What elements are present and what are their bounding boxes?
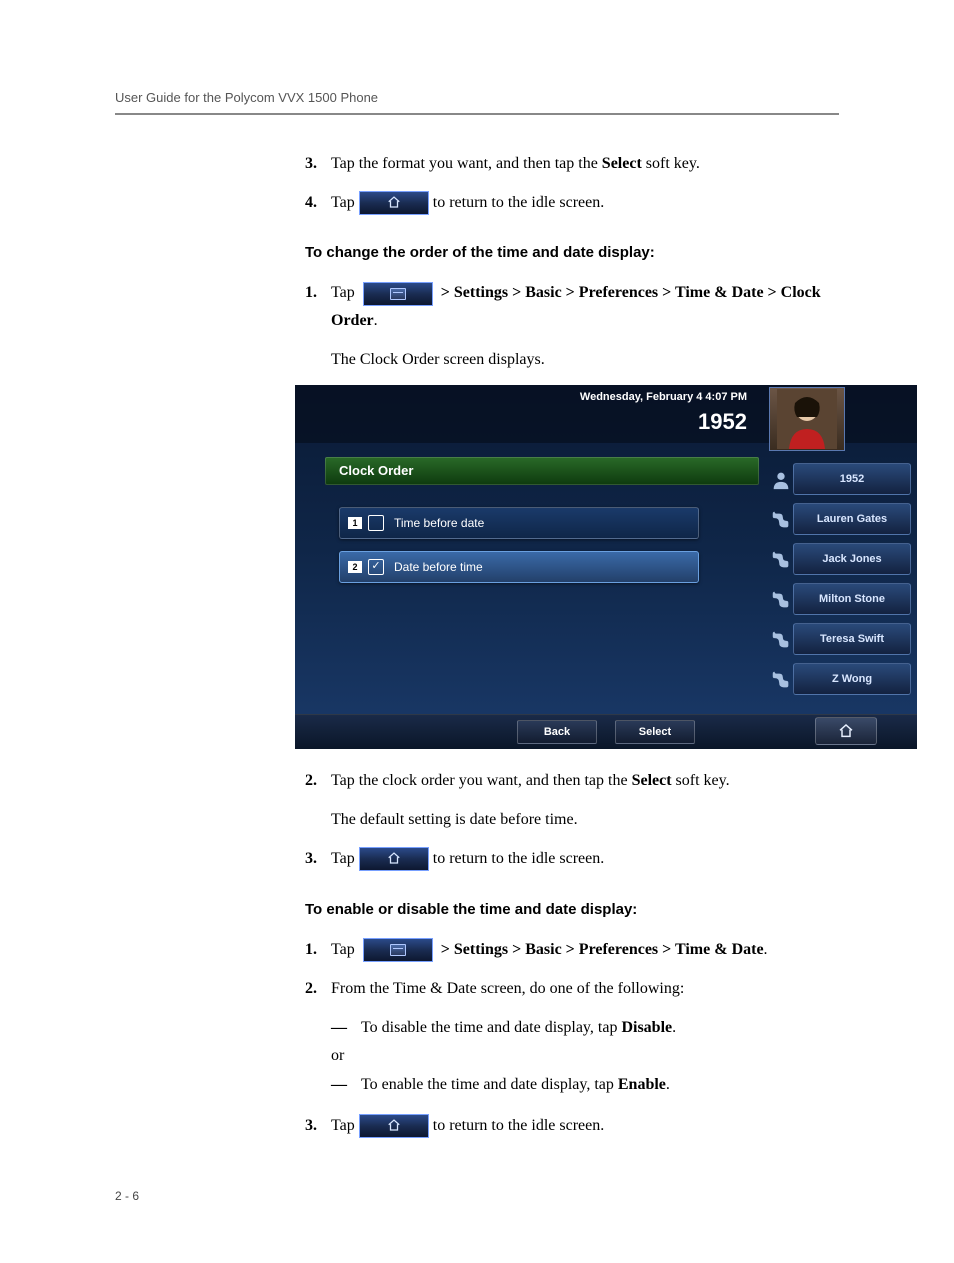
home-softkey[interactable]	[815, 717, 877, 745]
text: To enable the time and date display, tap	[361, 1076, 618, 1093]
step-number: 2.	[305, 975, 331, 1002]
step-number: 1.	[305, 936, 331, 963]
text: to return to the idle screen.	[433, 845, 605, 872]
text: .	[672, 1019, 676, 1036]
handset-icon	[770, 549, 792, 571]
line-key-jack-jones[interactable]: Jack Jones	[793, 543, 911, 575]
text: to return to the idle screen.	[433, 1112, 605, 1139]
home-icon	[838, 723, 854, 739]
text: soft key.	[642, 155, 700, 172]
menu-button-icon	[363, 282, 433, 306]
line-key-lauren-gates[interactable]: Lauren Gates	[793, 503, 911, 535]
sub-bullet: — To enable the time and date display, t…	[331, 1071, 839, 1098]
sub-bullet: — To disable the time and date display, …	[331, 1014, 839, 1041]
screen-title: Clock Order	[325, 457, 759, 485]
text: From the Time & Date screen, do one of t…	[331, 975, 839, 1002]
checkbox-icon	[368, 515, 384, 531]
handset-icon	[770, 629, 792, 651]
text: .	[666, 1076, 670, 1093]
step-4: 4. Tap to return to the idle screen.	[305, 189, 839, 216]
step-number: 3.	[305, 1112, 331, 1139]
line-key-1952[interactable]: 1952	[793, 463, 911, 495]
line-key-teresa-swift[interactable]: Teresa Swift	[793, 623, 911, 655]
step-1c: 1. Tap > Settings > Basic > Preferences …	[305, 936, 839, 963]
home-button-icon	[359, 1114, 429, 1138]
softkey-select[interactable]: Select	[615, 720, 695, 744]
line-key-z-wong[interactable]: Z Wong	[793, 663, 911, 695]
step-number: 3.	[305, 150, 331, 177]
menu-button-icon	[363, 938, 433, 962]
step-number: 3.	[305, 845, 331, 872]
bold: Select	[602, 155, 642, 172]
step-number: 2.	[305, 767, 331, 794]
text: Tap	[331, 1112, 355, 1139]
running-header: User Guide for the Polycom VVX 1500 Phon…	[115, 90, 839, 115]
bold: Select	[632, 772, 672, 789]
softkey-back[interactable]: Back	[517, 720, 597, 744]
bold-path: > Settings > Basic > Preferences > Time …	[437, 941, 764, 958]
step-3b: 3. Tap to return to the idle screen.	[305, 845, 839, 872]
body-content: 3. Tap the format you want, and then tap…	[305, 150, 839, 1139]
dash: —	[331, 1071, 361, 1098]
or-text: or	[331, 1047, 839, 1065]
step-number: 4.	[305, 189, 331, 216]
phone-screenshot: Wednesday, February 4 4:07 PM 1952 Clock…	[295, 385, 917, 749]
line-key-milton-stone[interactable]: Milton Stone	[793, 583, 911, 615]
step-3c: 3. Tap to return to the idle screen.	[305, 1112, 839, 1139]
extension-number: 1952	[698, 409, 747, 435]
text: to return to the idle screen.	[433, 189, 605, 216]
text: soft key.	[672, 772, 730, 789]
paragraph: The default setting is date before time.	[331, 806, 839, 833]
text: Tap	[331, 941, 359, 958]
step-number: 1.	[305, 279, 331, 306]
text: Tap	[331, 284, 359, 301]
text: To disable the time and date display, ta…	[361, 1019, 621, 1036]
step-2: 2. Tap the clock order you want, and the…	[305, 767, 839, 794]
bold: Disable	[621, 1019, 672, 1036]
handset-icon	[770, 509, 792, 531]
section-heading: To change the order of the time and date…	[305, 244, 839, 261]
text: Tap the format you want, and then tap th…	[331, 155, 602, 172]
step-1: 1. Tap > Settings > Basic > Preferences …	[305, 279, 839, 333]
step-3: 3. Tap the format you want, and then tap…	[305, 150, 839, 177]
option-time-before-date[interactable]: 1 Time before date	[339, 507, 699, 539]
text: .	[764, 941, 768, 958]
home-button-icon	[359, 191, 429, 215]
step-2c: 2. From the Time & Date screen, do one o…	[305, 975, 839, 1002]
home-button-icon	[359, 847, 429, 871]
dash: —	[331, 1014, 361, 1041]
person-icon	[770, 469, 792, 491]
text: Tap	[331, 189, 355, 216]
bold: Enable	[618, 1076, 666, 1093]
handset-icon	[770, 669, 792, 691]
option-label: Date before time	[394, 560, 483, 574]
avatar-photo	[769, 387, 845, 451]
text: Tap	[331, 845, 355, 872]
checkbox-checked-icon	[368, 559, 384, 575]
section-heading: To enable or disable the time and date d…	[305, 901, 839, 918]
page-number: 2 - 6	[115, 1189, 839, 1203]
handset-icon	[770, 589, 792, 611]
text: .	[374, 312, 378, 329]
option-date-before-time[interactable]: 2 Date before time	[339, 551, 699, 583]
datetime-label: Wednesday, February 4 4:07 PM	[580, 391, 747, 403]
option-index: 1	[348, 517, 362, 529]
text: Tap the clock order you want, and then t…	[331, 772, 632, 789]
option-label: Time before date	[394, 516, 484, 530]
option-index: 2	[348, 561, 362, 573]
paragraph: The Clock Order screen displays.	[331, 346, 839, 373]
